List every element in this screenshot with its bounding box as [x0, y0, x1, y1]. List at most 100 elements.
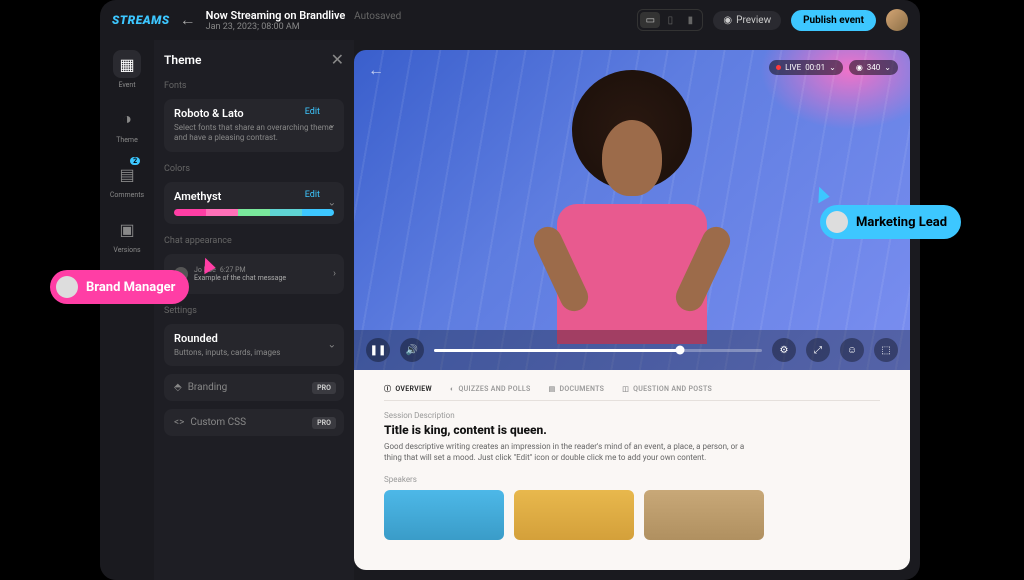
rail-theme-label: Theme: [116, 136, 138, 144]
tab-overview[interactable]: ⓘ OVERVIEW: [384, 384, 432, 394]
speakers-label: Speakers: [384, 475, 880, 484]
rail-comments-label: Comments: [110, 191, 144, 199]
rounded-card[interactable]: Rounded Buttons, inputs, cards, images ⌄: [164, 324, 344, 366]
colors-edit-link[interactable]: Edit: [305, 190, 320, 200]
info-icon: ⓘ: [384, 384, 391, 394]
comments-badge: 2: [130, 157, 140, 165]
reaction-button[interactable]: ☺: [840, 338, 864, 362]
speaker-card[interactable]: [384, 490, 504, 540]
video-controls: ❚❚ 🔊 ⚙ ⤢ ☺ ⬚: [354, 330, 910, 370]
speaker-card[interactable]: [644, 490, 764, 540]
speaker-card[interactable]: [514, 490, 634, 540]
colors-card[interactable]: Amethyst Edit ⌄: [164, 182, 344, 224]
pause-button[interactable]: ❚❚: [366, 338, 390, 362]
session-description-label: Session Description: [384, 411, 880, 420]
eye-icon: ◉: [856, 63, 863, 72]
device-desktop-icon[interactable]: ▭: [640, 12, 660, 28]
eye-icon: ◉: [723, 15, 732, 26]
fonts-edit-link[interactable]: Edit: [305, 107, 320, 117]
event-datetime: Jan 23, 2023; 08:00 AM: [206, 22, 628, 32]
title-block: Now Streaming on Brandlive Autosaved Jan…: [206, 9, 628, 32]
device-toggle-group: ▭ ▯ ▮: [637, 9, 703, 31]
custom-css-card[interactable]: <> Custom CSS PRO: [164, 409, 344, 436]
collaborator-avatar-icon: [56, 276, 78, 298]
rail-event-label: Event: [118, 81, 135, 89]
pro-badge: PRO: [312, 417, 336, 429]
chevron-down-icon: ⌄: [884, 63, 891, 72]
collaborator-cursor-marketing-lead: Marketing Lead: [820, 205, 961, 239]
collaborator-name: Brand Manager: [86, 280, 175, 295]
tab-quizzes-label: QUIZZES AND POLLS: [459, 385, 531, 393]
fonts-card[interactable]: Roboto & Lato Edit Select fonts that sha…: [164, 99, 344, 152]
fonts-desc: Select fonts that share an overarching t…: [174, 123, 334, 144]
tab-qa-label: QUESTION AND POSTS: [633, 385, 712, 393]
chat-message: Example of the chat message: [194, 274, 286, 282]
volume-button[interactable]: 🔊: [400, 338, 424, 362]
publish-button[interactable]: Publish event: [791, 10, 876, 31]
swatch-1: [174, 209, 206, 216]
presenter-image: [542, 70, 722, 330]
color-swatches: [174, 209, 334, 216]
calendar-icon: ▦: [113, 50, 141, 78]
progress-fill: [434, 349, 680, 352]
camera-off-button[interactable]: ⬚: [874, 338, 898, 362]
tab-documents[interactable]: ▤ DOCUMENTS: [549, 384, 605, 394]
chevron-down-icon: ⌄: [829, 63, 836, 72]
app-frame: STREAMS ← Now Streaming on Brandlive Aut…: [100, 0, 920, 580]
chat-appearance-card[interactable]: Jo Doe 6:27 PM Example of the chat messa…: [164, 254, 344, 294]
tab-overview-label: OVERVIEW: [395, 385, 432, 393]
logo: STREAMS: [112, 13, 170, 27]
speakers-row: [384, 490, 880, 540]
body-row: ▦ Event ◑ Theme 2 ▤ Comments ▣ Versions …: [100, 40, 920, 580]
preview-label: Preview: [736, 15, 771, 26]
rail-theme[interactable]: ◑ Theme: [113, 105, 141, 144]
rail-comments[interactable]: 2 ▤ Comments: [110, 160, 144, 199]
device-mobile-icon[interactable]: ▮: [680, 12, 700, 28]
session-body: Good descriptive writing creates an impr…: [384, 441, 764, 463]
document-icon: ▤: [549, 385, 556, 393]
live-label: LIVE: [785, 63, 801, 72]
rounded-desc: Buttons, inputs, cards, images: [174, 348, 334, 358]
panel-header: Theme ✕: [164, 50, 344, 69]
fullscreen-button[interactable]: ⤢: [806, 338, 830, 362]
colors-section-label: Colors: [164, 164, 344, 174]
live-pill: LIVE 00:01 ⌄: [769, 60, 843, 75]
chevron-down-icon: ⌄: [328, 120, 336, 131]
close-icon[interactable]: ✕: [331, 50, 344, 69]
branding-card[interactable]: ⬘ Branding PRO: [164, 374, 344, 401]
chat-time: 6:27 PM: [220, 266, 246, 274]
chat-preview: Jo Doe 6:27 PM Example of the chat messa…: [174, 262, 334, 286]
chat-appearance-label: Chat appearance: [164, 236, 344, 246]
autosaved-label: Autosaved: [354, 11, 401, 22]
left-rail: ▦ Event ◑ Theme 2 ▤ Comments ▣ Versions: [100, 40, 154, 580]
settings-button[interactable]: ⚙: [772, 338, 796, 362]
tab-quizzes[interactable]: ◐ QUIZZES AND POLLS: [450, 384, 531, 394]
viewer-count: 340: [867, 63, 881, 72]
theme-panel: Theme ✕ Fonts Roboto & Lato Edit Select …: [154, 40, 354, 580]
pro-badge: PRO: [312, 382, 336, 394]
preview-button[interactable]: ◉ Preview: [713, 11, 781, 30]
custom-css-label: Custom CSS: [190, 417, 246, 428]
question-icon: ◫: [622, 385, 629, 393]
chevron-down-icon: ⌄: [328, 197, 336, 208]
content-tabs: ⓘ OVERVIEW ◐ QUIZZES AND POLLS ▤ DOCUMEN…: [384, 384, 880, 401]
branding-label: Branding: [188, 382, 228, 393]
panel-title: Theme: [164, 53, 201, 67]
collaborator-badge: Marketing Lead: [820, 205, 961, 239]
versions-icon: ▣: [113, 215, 141, 243]
device-tablet-icon[interactable]: ▯: [660, 12, 680, 28]
progress-bar[interactable]: [434, 349, 762, 352]
progress-knob[interactable]: [676, 346, 685, 355]
tab-qa[interactable]: ◫ QUESTION AND POSTS: [622, 384, 712, 394]
content-area: ⓘ OVERVIEW ◐ QUIZZES AND POLLS ▤ DOCUMEN…: [354, 370, 910, 570]
rail-versions[interactable]: ▣ Versions: [113, 215, 141, 254]
poll-icon: ◐: [450, 385, 455, 393]
settings-section-label: Settings: [164, 306, 344, 316]
user-avatar[interactable]: [886, 9, 908, 31]
swatch-2: [206, 209, 238, 216]
video-back-icon[interactable]: ←: [368, 60, 384, 80]
back-arrow-icon[interactable]: ←: [180, 10, 196, 30]
rail-event[interactable]: ▦ Event: [113, 50, 141, 89]
viewers-pill: ◉ 340 ⌄: [849, 60, 898, 75]
session-title: Title is king, content is queen.: [384, 423, 880, 437]
